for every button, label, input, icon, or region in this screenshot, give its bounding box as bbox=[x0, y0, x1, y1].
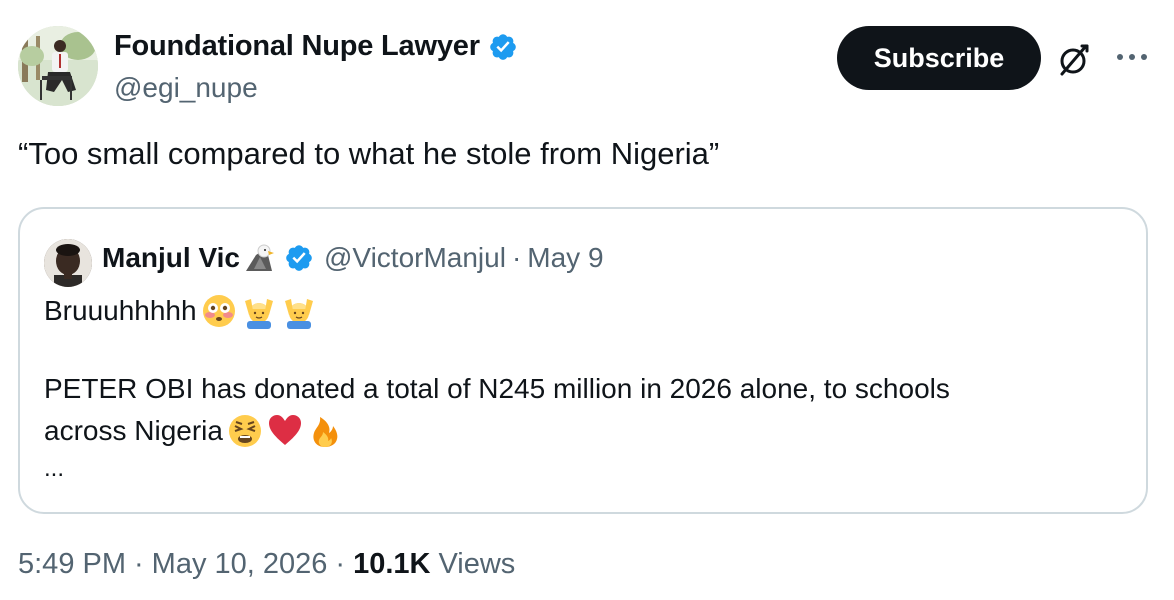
eagle-emoji-icon bbox=[242, 241, 276, 275]
quoted-tweet-card[interactable]: Manjul Vic @VictorManjul · May 9 Bruuuhh… bbox=[18, 207, 1148, 514]
meta-separator: · bbox=[335, 548, 346, 580]
author-display-name[interactable]: Foundational Nupe Lawyer bbox=[114, 30, 480, 63]
grok-icon[interactable] bbox=[1054, 40, 1094, 80]
quoted-text-ellipsis: ... bbox=[44, 455, 65, 482]
views-count[interactable]: 10.1K bbox=[353, 548, 430, 581]
author-handle[interactable]: @egi_nupe bbox=[114, 72, 258, 104]
tweet-date[interactable]: May 10, 2026 bbox=[152, 548, 328, 581]
tweet-meta: 5:49 PM · May 10, 2026 · 10.1K Views bbox=[18, 548, 515, 581]
quoted-text-line3-content: across Nigeria bbox=[44, 415, 223, 446]
quoted-display-name[interactable]: Manjul Vic bbox=[102, 242, 240, 274]
quoted-text-line3: across Nigeria bbox=[44, 413, 343, 449]
quoted-text-line1-content: Bruuuhhhhh bbox=[44, 295, 197, 326]
quoted-author-avatar[interactable] bbox=[44, 239, 92, 287]
quoted-handle[interactable]: @VictorManjul bbox=[324, 242, 506, 274]
quoted-text-line1: Bruuuhhhhh bbox=[44, 293, 317, 329]
red-heart-emoji-icon bbox=[267, 413, 303, 449]
author-avatar[interactable] bbox=[18, 26, 98, 106]
views-label[interactable]: Views bbox=[438, 548, 515, 581]
meta-separator: · bbox=[134, 548, 144, 580]
flushed-face-emoji-icon bbox=[201, 293, 237, 329]
fire-emoji-icon bbox=[307, 413, 343, 449]
quoted-header: Manjul Vic @VictorManjul · May 9 bbox=[102, 241, 604, 275]
quoted-verified-badge-icon[interactable] bbox=[284, 243, 314, 273]
tweet-text: “Too small compared to what he stole fro… bbox=[18, 136, 720, 171]
quoted-text-line2: PETER OBI has donated a total of N245 mi… bbox=[44, 373, 950, 404]
tweet-time[interactable]: 5:49 PM bbox=[18, 548, 126, 581]
weary-face-emoji-icon bbox=[227, 413, 263, 449]
more-options-icon[interactable] bbox=[1114, 42, 1150, 72]
author-name-row: Foundational Nupe Lawyer bbox=[114, 30, 518, 63]
verified-badge-icon[interactable] bbox=[488, 32, 518, 62]
man-gesturing-ok-emoji-icon bbox=[241, 293, 277, 329]
tweet: Foundational Nupe Lawyer @egi_nupe Subsc… bbox=[0, 0, 1174, 600]
man-gesturing-ok-emoji-icon bbox=[281, 293, 317, 329]
subscribe-button[interactable]: Subscribe bbox=[837, 26, 1041, 90]
quoted-date[interactable]: May 9 bbox=[527, 242, 603, 274]
quoted-separator: · bbox=[511, 242, 522, 273]
